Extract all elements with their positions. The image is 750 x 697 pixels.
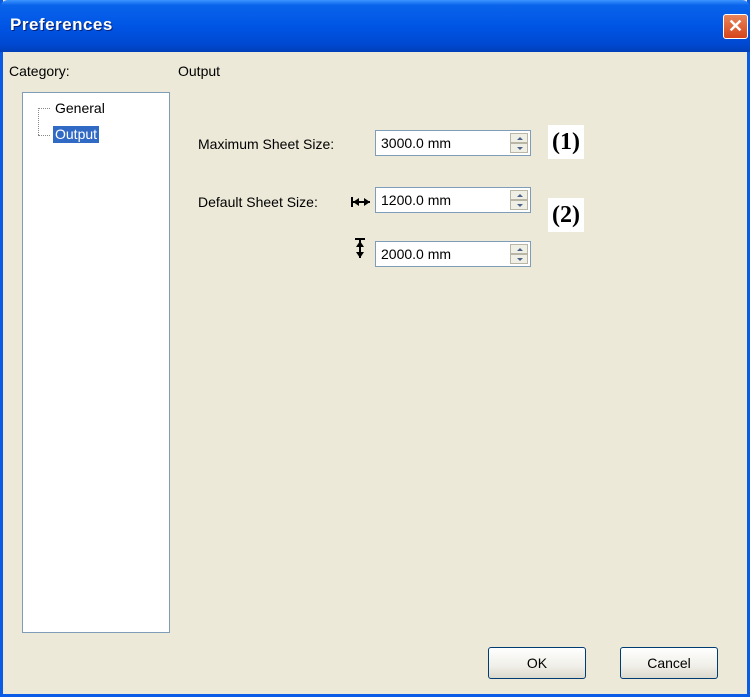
default-height-field[interactable]: 2000.0 mm xyxy=(375,241,531,267)
horizontal-double-arrow-icon xyxy=(351,197,370,207)
spin-up-icon xyxy=(517,194,523,197)
vertical-double-arrow-icon xyxy=(355,238,365,258)
default-height-value: 2000.0 mm xyxy=(381,246,452,262)
spin-down-icon xyxy=(517,204,523,207)
spin-down-icon xyxy=(517,258,523,261)
spin-up-icon xyxy=(517,248,523,251)
callout-1: (1) xyxy=(548,125,584,159)
tree-connector xyxy=(38,135,50,136)
callout-2: (2) xyxy=(548,198,584,232)
tree-connector xyxy=(38,108,50,109)
tree-item-output[interactable]: Output xyxy=(53,126,100,143)
max-sheet-size-value: 3000.0 mm xyxy=(381,135,452,151)
close-button[interactable]: ✕ xyxy=(723,14,748,39)
default-width-field[interactable]: 1200.0 mm xyxy=(375,187,531,213)
spin-down-icon xyxy=(517,147,523,150)
title-bar[interactable]: Preferences ✕ xyxy=(0,0,750,52)
max-sheet-size-field[interactable]: 3000.0 mm xyxy=(375,130,531,156)
preferences-dialog: Preferences ✕ Category: Output General O… xyxy=(0,0,750,697)
cancel-button[interactable]: Cancel xyxy=(620,647,718,679)
spin-up-button[interactable] xyxy=(510,244,528,254)
window-title: Preferences xyxy=(10,15,113,34)
default-height-spinner[interactable] xyxy=(510,244,528,264)
panel-title: Output xyxy=(178,63,221,79)
max-sheet-size-spinner[interactable] xyxy=(510,133,528,153)
default-width-value: 1200.0 mm xyxy=(381,192,452,208)
category-label: Category: xyxy=(9,63,70,79)
default-width-spinner[interactable] xyxy=(510,190,528,210)
max-sheet-size-label: Maximum Sheet Size: xyxy=(198,136,335,152)
close-icon: ✕ xyxy=(727,16,744,36)
spin-down-button[interactable] xyxy=(510,200,528,210)
tree-connector xyxy=(38,108,39,135)
category-tree[interactable]: General Output xyxy=(22,92,170,633)
ok-button[interactable]: OK xyxy=(488,647,586,679)
tree-item-general[interactable]: General xyxy=(53,100,107,117)
spin-down-button[interactable] xyxy=(510,143,528,153)
spin-up-button[interactable] xyxy=(510,133,528,143)
spin-down-button[interactable] xyxy=(510,254,528,264)
spin-up-icon xyxy=(517,137,523,140)
spin-up-button[interactable] xyxy=(510,190,528,200)
default-sheet-size-label: Default Sheet Size: xyxy=(198,194,318,210)
